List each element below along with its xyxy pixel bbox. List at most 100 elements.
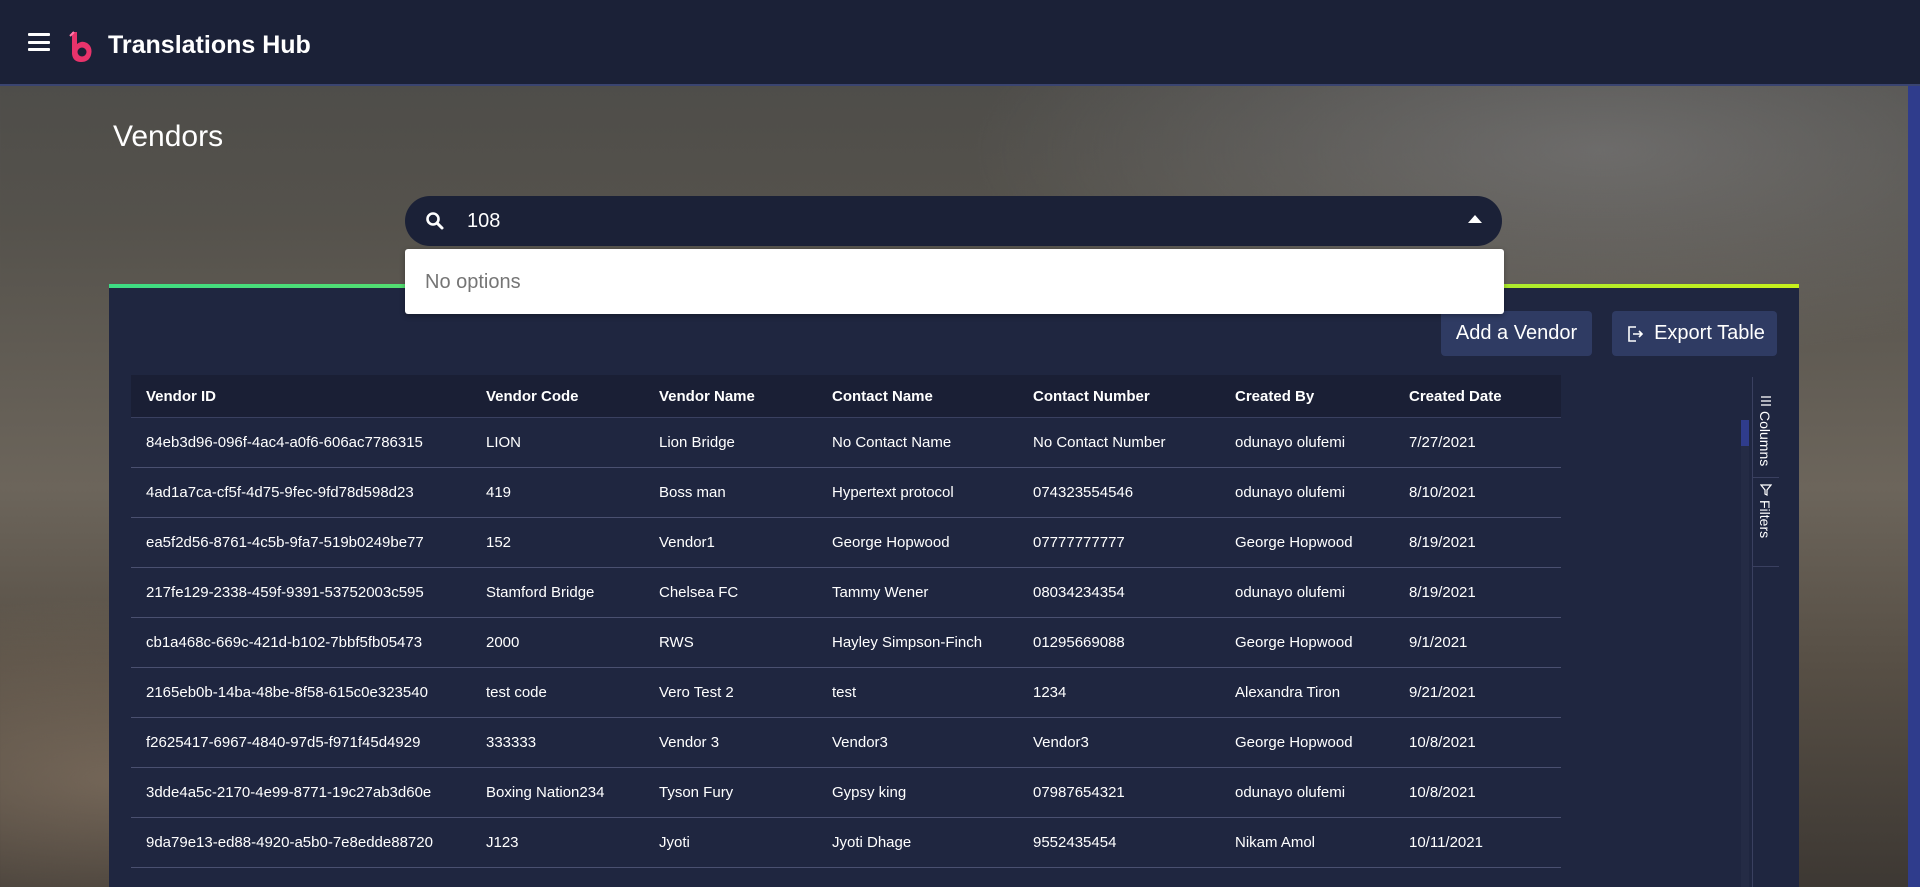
contact-name-cell: Gypsy king	[832, 784, 907, 801]
vendor-name-cell: Boss man	[659, 484, 726, 501]
add-vendor-button[interactable]: Add a Vendor	[1441, 311, 1592, 356]
created-date-cell: 10/11/2021	[1409, 834, 1483, 851]
table-row[interactable]: 84eb3d96-096f-4ac4-a0f6-606ac7786315 LION…	[131, 418, 1561, 468]
created-by-cell: odunayo olufemi	[1235, 784, 1346, 801]
vendor-name-cell: Lion Bridge	[659, 434, 735, 451]
table-row[interactable]: 4ad1a7ca-cf5f-4d75-9fec-9fd78d598d23 419 B…	[131, 468, 1561, 518]
vendor-name-cell: Vero Test 2	[659, 684, 734, 701]
vendor-code-cell: 333333	[486, 734, 537, 751]
contact-name-cell: George Hopwood	[832, 534, 950, 551]
table-row[interactable]: 3dde4a5c-2170-4e99-8771-19c27ab3d60e Boxi…	[131, 768, 1561, 818]
vendor-code-cell: 152	[486, 534, 512, 551]
table-row[interactable]: cb1a468c-669c-421d-b102-7bbf5fb05473 2000…	[131, 618, 1561, 668]
table-row[interactable]: 2165eb0b-14ba-48be-8f58-615c0e323540 test…	[131, 668, 1561, 718]
vendor-id-cell: f2625417-6967-4840-97d5-f971f45d4929	[146, 734, 421, 751]
app-title: Translations Hub	[108, 31, 311, 59]
hamburger-icon[interactable]	[28, 33, 50, 51]
table-scrollbar[interactable]	[1741, 420, 1749, 887]
column-header-contact-name[interactable]: Contact Name	[832, 375, 933, 417]
column-header-created-by[interactable]: Created By	[1235, 375, 1314, 417]
created-by-cell: George Hopwood	[1235, 634, 1353, 651]
search-options-popup: No options	[405, 249, 1504, 314]
created-date-cell: 9/21/2021	[1409, 684, 1476, 701]
vendor-code-cell: J123	[486, 834, 519, 851]
column-header-vendor-name[interactable]: Vendor Name	[659, 375, 755, 417]
column-header-created-date[interactable]: Created Date	[1409, 375, 1502, 417]
export-table-button[interactable]: Export Table	[1612, 311, 1777, 356]
vendor-id-cell: 2165eb0b-14ba-48be-8f58-615c0e323540	[146, 684, 428, 701]
vendor-name-cell: Jyoti	[659, 834, 690, 851]
vendor-code-cell: 419	[486, 484, 512, 501]
contact-number-cell: No Contact Number	[1033, 434, 1166, 451]
filters-tab[interactable]: Filters	[1753, 478, 1779, 567]
contact-name-cell: Hayley Simpson-Finch	[832, 634, 983, 651]
contact-number-cell: 07777777777	[1033, 534, 1125, 551]
columns-icon	[1761, 396, 1771, 406]
vendor-search[interactable]	[405, 196, 1502, 246]
column-header-contact-number[interactable]: Contact Number	[1033, 375, 1150, 417]
vendor-code-cell: LION	[486, 434, 522, 451]
search-input[interactable]	[467, 204, 1417, 238]
no-options-text: No options	[425, 271, 521, 293]
created-by-cell: George Hopwood	[1235, 534, 1353, 551]
contact-number-cell: 07987654321	[1033, 784, 1125, 801]
search-icon	[426, 212, 444, 230]
contact-number-cell: 9552435454	[1033, 834, 1117, 851]
vendor-code-cell: Boxing Nation234	[486, 784, 605, 801]
created-date-cell: 8/19/2021	[1409, 584, 1476, 601]
right-edge-strip	[1908, 86, 1920, 887]
created-date-cell: 9/1/2021	[1409, 634, 1468, 651]
columns-tab[interactable]: Columns	[1753, 395, 1779, 478]
contact-name-cell: Jyoti Dhage	[832, 834, 912, 851]
vendor-name-cell: Vendor 3	[659, 734, 720, 751]
vendor-code-cell: 2000	[486, 634, 520, 651]
export-table-label: Export Table	[1654, 322, 1765, 344]
vendors-table: Vendor ID Vendor Code Vendor Name Contac…	[131, 375, 1561, 887]
grid-side-panel: Columns Filters	[1752, 377, 1779, 887]
contact-number-cell: 1234	[1033, 684, 1067, 701]
caret-up-icon[interactable]	[1468, 215, 1482, 223]
created-by-cell: Alexandra Tiron	[1235, 684, 1341, 701]
vendor-id-cell: cb1a468c-669c-421d-b102-7bbf5fb05473	[146, 634, 423, 651]
vendor-name-cell: Vendor1	[659, 534, 715, 551]
table-row[interactable]: ea5f2d56-8761-4c5b-9fa7-519b0249be77 152 V…	[131, 518, 1561, 568]
created-by-cell: odunayo olufemi	[1235, 484, 1346, 501]
table-row[interactable]: 9da79e13-ed88-4920-a5b0-7e8edde88720 J123…	[131, 818, 1561, 868]
table-header: Vendor ID Vendor Code Vendor Name Contac…	[131, 375, 1561, 418]
vendor-name-cell: Chelsea FC	[659, 584, 739, 601]
vendor-id-cell: 217fe129-2338-459f-9391-53752003c595	[146, 584, 424, 601]
created-date-cell: 8/10/2021	[1409, 484, 1476, 501]
created-by-cell: odunayo olufemi	[1235, 434, 1346, 451]
contact-name-cell: No Contact Name	[832, 434, 952, 451]
vendor-id-cell: 3dde4a5c-2170-4e99-8771-19c27ab3d60e	[146, 784, 432, 801]
created-by-cell: Nikam Amol	[1235, 834, 1316, 851]
vendor-id-cell: 4ad1a7ca-cf5f-4d75-9fec-9fd78d598d23	[146, 484, 414, 501]
created-date-cell: 10/8/2021	[1409, 734, 1476, 751]
vendor-code-cell: Stamford Bridge	[486, 584, 595, 601]
contact-number-cell: 01295669088	[1033, 634, 1125, 651]
created-by-cell: odunayo olufemi	[1235, 584, 1346, 601]
vendor-name-cell: RWS	[659, 634, 694, 651]
contact-number-cell: 074323554546	[1033, 484, 1134, 501]
column-header-vendor-id[interactable]: Vendor ID	[146, 375, 216, 417]
vendor-id-cell: 9da79e13-ed88-4920-a5b0-7e8edde88720	[146, 834, 433, 851]
export-icon	[1628, 325, 1644, 342]
page-title: Vendors	[113, 120, 224, 153]
created-date-cell: 7/27/2021	[1409, 434, 1476, 451]
contact-name-cell: Vendor3	[832, 734, 888, 751]
scrollbar-thumb[interactable]	[1741, 420, 1749, 446]
app-bar: Translations Hub	[0, 0, 1920, 86]
vendor-name-cell: Tyson Fury	[659, 784, 734, 801]
contact-name-cell: test	[832, 684, 857, 701]
contact-name-cell: Hypertext protocol	[832, 484, 954, 501]
contact-name-cell: Tammy Wener	[832, 584, 929, 601]
table-row[interactable]: f2625417-6967-4840-97d5-f971f45d4929 3333…	[131, 718, 1561, 768]
created-date-cell: 10/8/2021	[1409, 784, 1476, 801]
columns-tab-label: Columns	[1757, 411, 1773, 467]
brand-logo	[69, 31, 92, 62]
filters-tab-label: Filters	[1757, 500, 1773, 539]
created-by-cell: George Hopwood	[1235, 734, 1353, 751]
table-row[interactable]: 217fe129-2338-459f-9391-53752003c595 Stam…	[131, 568, 1561, 618]
contact-number-cell: Vendor3	[1033, 734, 1089, 751]
column-header-vendor-code[interactable]: Vendor Code	[486, 375, 579, 417]
